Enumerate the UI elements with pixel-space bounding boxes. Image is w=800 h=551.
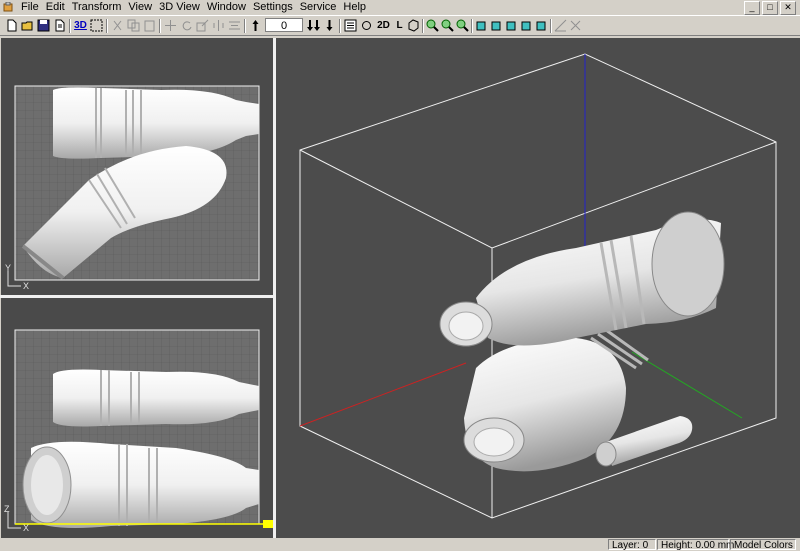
support-icon[interactable] bbox=[568, 18, 583, 33]
scale-icon[interactable] bbox=[195, 18, 210, 33]
layer-down-all-icon[interactable] bbox=[306, 18, 321, 33]
restore-button[interactable]: □ bbox=[762, 1, 778, 15]
view-2d-button[interactable]: 2D bbox=[375, 18, 392, 33]
new-file-icon[interactable] bbox=[4, 18, 19, 33]
cube-top-icon[interactable] bbox=[504, 18, 519, 33]
close-button[interactable]: ✕ bbox=[780, 1, 796, 15]
front-view-pane[interactable]: Z X bbox=[1, 298, 273, 538]
menu-view[interactable]: View bbox=[128, 1, 157, 14]
menu-window[interactable]: Window bbox=[207, 1, 251, 14]
zoom-out-icon[interactable] bbox=[440, 18, 455, 33]
slice-view-icon[interactable] bbox=[343, 18, 358, 33]
x-axis-label-front: X bbox=[23, 523, 29, 533]
zoom-in-icon[interactable] bbox=[425, 18, 440, 33]
menu-help[interactable]: Help bbox=[343, 1, 371, 14]
cut-icon[interactable] bbox=[110, 18, 125, 33]
menu-edit[interactable]: Edit bbox=[46, 1, 70, 14]
save-icon[interactable] bbox=[36, 18, 51, 33]
save-as-icon[interactable] bbox=[52, 18, 67, 33]
menu-3d-view[interactable]: 3D View bbox=[159, 1, 205, 14]
z-axis-label: Z bbox=[4, 504, 10, 514]
menu-file[interactable]: File bbox=[21, 1, 44, 14]
layer-down-icon[interactable] bbox=[322, 18, 337, 33]
paste-icon[interactable] bbox=[142, 18, 157, 33]
cube-side-icon[interactable] bbox=[489, 18, 504, 33]
menu-bar: File Edit Transform View 3D View Window Settin… bbox=[0, 0, 800, 15]
measure-icon[interactable] bbox=[553, 18, 568, 33]
menu-service[interactable]: Service bbox=[300, 1, 342, 14]
status-bar: Layer: 0 Height: 0.00 mm Model Colors bbox=[0, 538, 800, 551]
top-view-pane[interactable]: Y X bbox=[1, 38, 273, 295]
layer-input[interactable]: 0 bbox=[265, 18, 303, 32]
status-height: Height: 0.00 mm bbox=[657, 539, 734, 551]
settings-icon[interactable] bbox=[359, 18, 374, 33]
open-folder-icon[interactable] bbox=[20, 18, 35, 33]
move-icon[interactable] bbox=[163, 18, 178, 33]
cube-front-icon[interactable] bbox=[474, 18, 489, 33]
perspective-3d-view-pane[interactable] bbox=[276, 38, 800, 538]
zoom-fit-icon[interactable] bbox=[455, 18, 470, 33]
status-model-colors: Model Colors bbox=[730, 539, 796, 551]
cube-icon[interactable] bbox=[406, 18, 421, 33]
align-icon[interactable] bbox=[227, 18, 242, 33]
menu-transform[interactable]: Transform bbox=[72, 1, 127, 14]
mirror-icon[interactable] bbox=[211, 18, 226, 33]
select-icon[interactable] bbox=[89, 18, 104, 33]
y-axis-label: Y bbox=[5, 263, 11, 273]
view-3d-button[interactable]: 3D bbox=[73, 18, 88, 33]
menu-settings[interactable]: Settings bbox=[253, 1, 298, 14]
app-icon[interactable] bbox=[3, 2, 13, 12]
rotate-icon[interactable] bbox=[179, 18, 194, 33]
cube-iso-icon[interactable] bbox=[519, 18, 534, 33]
layer-up-icon[interactable] bbox=[248, 18, 263, 33]
copy-icon[interactable] bbox=[126, 18, 141, 33]
layer-mode-button[interactable]: L bbox=[392, 18, 407, 33]
toolbar: 3D 0 2D L bbox=[0, 15, 800, 36]
cube-iso2-icon[interactable] bbox=[534, 18, 549, 33]
x-axis-label: X bbox=[23, 281, 29, 291]
status-layer: Layer: 0 bbox=[608, 539, 656, 551]
minimize-button[interactable]: _ bbox=[744, 1, 760, 15]
